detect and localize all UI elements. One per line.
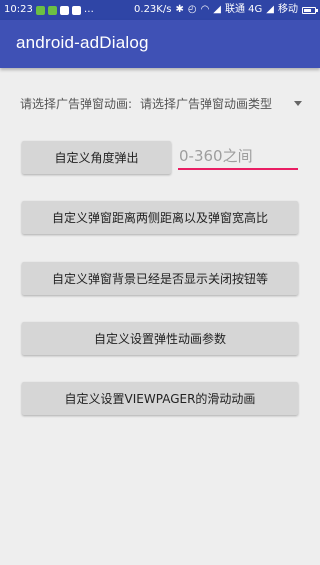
status-bar: 10:23 … 0.23K/s ✱ ◴ ◠ ◢ 联通 4G ◢ 移动: [0, 0, 320, 20]
more-notifications-icon: …: [83, 4, 94, 15]
dropdown-arrow-icon: [294, 100, 302, 106]
carrier-2: 移动: [278, 4, 298, 15]
bluetooth-icon: ✱: [175, 4, 184, 15]
custom-angle-button[interactable]: 自定义角度弹出: [22, 141, 171, 174]
carrier-1: 联通 4G: [225, 4, 263, 15]
wechat-notification-icon: [35, 5, 45, 15]
status-time: 10:23: [4, 4, 33, 15]
app-toolbar: android-adDialog: [0, 20, 320, 68]
battery-level: [304, 8, 311, 12]
animation-type-label: 请选择广告弹窗动画:: [20, 96, 133, 111]
signal-icon-1: ◢: [213, 4, 221, 15]
network-speed: 0.23K/s: [134, 4, 172, 15]
angle-input[interactable]: [178, 144, 298, 170]
animation-type-spinner[interactable]: 请选择广告弹窗动画类型: [140, 95, 302, 112]
app-notification-icon: [59, 5, 69, 15]
margin-ratio-button[interactable]: 自定义弹窗距离两侧距离以及弹窗宽高比: [22, 201, 298, 234]
viewpager-animation-button[interactable]: 自定义设置VIEWPAGER的滑动动画: [22, 382, 298, 415]
background-close-button[interactable]: 自定义弹窗背景已经是否显示关闭按钮等: [22, 262, 298, 295]
animation-type-row: 请选择广告弹窗动画: 请选择广告弹窗动画类型: [20, 92, 302, 114]
signal-icon-2: ◢: [266, 4, 274, 15]
wifi-icon: ◠: [200, 4, 210, 15]
status-bar-left: 10:23 …: [4, 0, 94, 20]
battery-icon: [302, 6, 318, 14]
message-notification-icon: [47, 5, 57, 15]
animation-type-value: 请选择广告弹窗动画类型: [140, 96, 273, 111]
status-bar-right: 0.23K/s ✱ ◴ ◠ ◢ 联通 4G ◢ 移动: [134, 0, 318, 20]
app-title: android-adDialog: [16, 33, 149, 52]
spring-animation-button[interactable]: 自定义设置弹性动画参数: [22, 322, 298, 355]
alarm-icon: ◴: [187, 4, 197, 15]
image-notification-icon: [71, 5, 81, 15]
